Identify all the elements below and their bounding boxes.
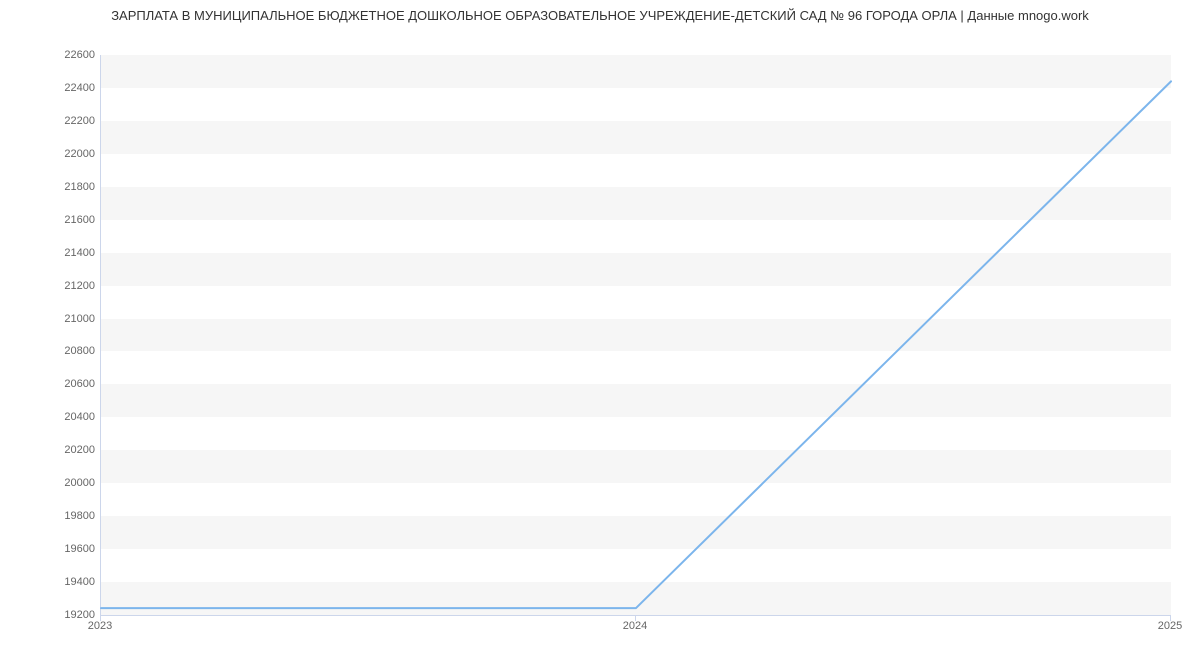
y-tick-label: 19800	[5, 510, 95, 522]
y-tick-label: 21600	[5, 214, 95, 226]
salary-line-chart: ЗАРПЛАТА В МУНИЦИПАЛЬНОЕ БЮДЖЕТНОЕ ДОШКО…	[0, 0, 1200, 650]
y-tick-label: 21000	[5, 313, 95, 325]
y-tick-label: 20600	[5, 378, 95, 390]
y-tick-label: 20400	[5, 411, 95, 423]
y-tick-label: 21400	[5, 247, 95, 259]
y-tick-label: 19400	[5, 576, 95, 588]
chart-title: ЗАРПЛАТА В МУНИЦИПАЛЬНОЕ БЮДЖЕТНОЕ ДОШКО…	[0, 8, 1200, 23]
y-tick-label: 22600	[5, 49, 95, 61]
plot-area	[100, 55, 1171, 616]
y-tick-label: 22000	[5, 148, 95, 160]
y-tick-label: 19200	[5, 609, 95, 621]
y-tick-label: 20800	[5, 345, 95, 357]
x-tick-label: 2023	[88, 620, 112, 632]
y-tick-label: 21200	[5, 280, 95, 292]
y-tick-label: 20000	[5, 477, 95, 489]
y-tick-label: 21800	[5, 181, 95, 193]
y-tick-label: 19600	[5, 543, 95, 555]
x-tick-label: 2024	[623, 620, 647, 632]
y-tick-label: 22400	[5, 82, 95, 94]
y-tick-label: 20200	[5, 444, 95, 456]
series-line	[101, 55, 1171, 615]
x-tick-label: 2025	[1158, 620, 1182, 632]
y-tick-label: 22200	[5, 115, 95, 127]
